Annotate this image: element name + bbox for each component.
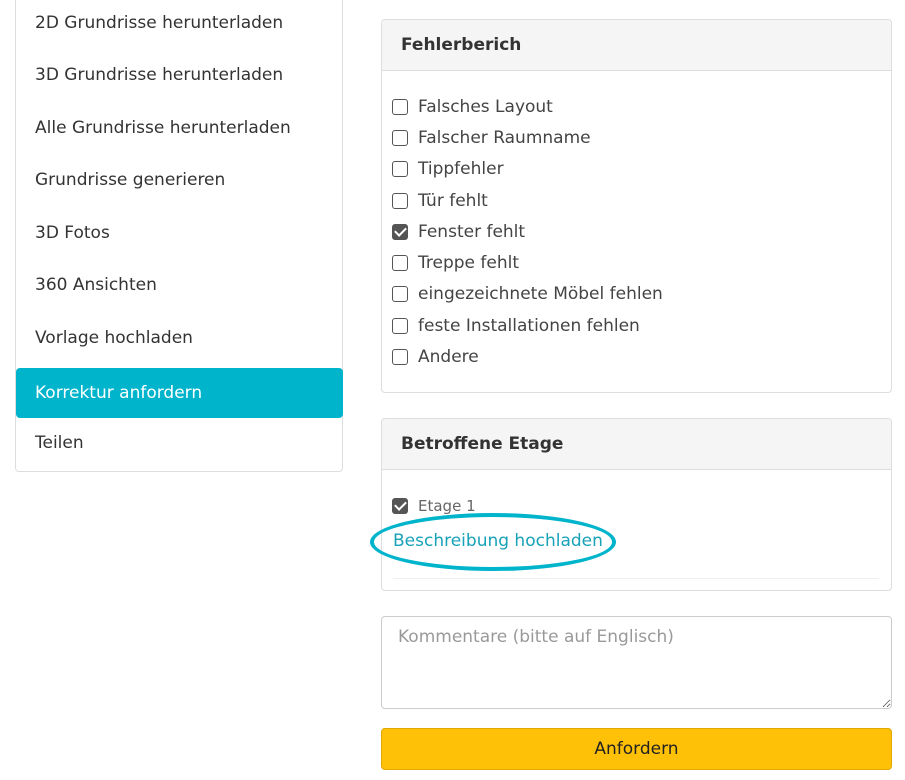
option-label: feste Installationen fehlen xyxy=(418,316,640,336)
option-door-missing[interactable]: Tür fehlt xyxy=(392,189,488,213)
checkbox[interactable] xyxy=(392,318,408,334)
error-report-panel: Fehlerberich Falsches Layout Falscher Ra… xyxy=(381,19,892,393)
sidebar-item-request-correction[interactable]: Korrektur anfordern xyxy=(16,368,343,418)
checkbox[interactable] xyxy=(392,161,408,177)
checkbox[interactable] xyxy=(392,255,408,271)
option-wrong-room-name[interactable]: Falscher Raumname xyxy=(392,126,591,150)
checkbox-checked[interactable] xyxy=(392,224,408,240)
upload-description-link[interactable]: Beschreibung hochladen xyxy=(393,531,603,551)
sidebar-item-upload-template[interactable]: Vorlage hochladen xyxy=(16,313,342,363)
floor-option-etage-1[interactable]: Etage 1 xyxy=(392,494,476,518)
option-other[interactable]: Andere xyxy=(392,345,479,369)
divider xyxy=(393,578,879,579)
option-wrong-layout[interactable]: Falsches Layout xyxy=(392,95,553,119)
option-label: eingezeichnete Möbel fehlen xyxy=(418,284,663,304)
sidebar-item-generate[interactable]: Grundrisse generieren xyxy=(16,155,342,205)
option-label: Fenster fehlt xyxy=(418,222,526,242)
option-label: Tippfehler xyxy=(418,159,504,179)
checkbox[interactable] xyxy=(392,286,408,302)
sidebar-item-share[interactable]: Teilen xyxy=(16,418,342,468)
option-label: Tür fehlt xyxy=(418,191,488,211)
checkbox[interactable] xyxy=(392,193,408,209)
checkbox[interactable] xyxy=(392,99,408,115)
affected-floor-title: Betroffene Etage xyxy=(382,419,891,470)
option-installations-missing[interactable]: feste Installationen fehlen xyxy=(392,314,640,338)
request-button[interactable]: Anfordern xyxy=(381,728,892,770)
sidebar-item-3d-photos[interactable]: 3D Fotos xyxy=(16,208,342,258)
sidebar-item-2d-download[interactable]: 2D Grundrisse herunterladen xyxy=(16,0,342,48)
option-furniture-missing[interactable]: eingezeichnete Möbel fehlen xyxy=(392,282,663,306)
checkbox-checked[interactable] xyxy=(392,498,408,514)
sidebar-item-360-views[interactable]: 360 Ansichten xyxy=(16,260,342,310)
sidebar: 2D Grundrisse herunterladen 3D Grundriss… xyxy=(15,0,343,472)
checkbox[interactable] xyxy=(392,349,408,365)
option-typo[interactable]: Tippfehler xyxy=(392,157,504,181)
option-label: Falsches Layout xyxy=(418,97,553,117)
checkbox[interactable] xyxy=(392,130,408,146)
sidebar-item-all-download[interactable]: Alle Grundrisse herunterladen xyxy=(16,103,342,153)
option-window-missing[interactable]: Fenster fehlt xyxy=(392,220,525,244)
option-label: Treppe fehlt xyxy=(418,253,520,273)
option-label: Andere xyxy=(418,347,479,367)
option-label: Falscher Raumname xyxy=(418,128,591,148)
sidebar-item-3d-download[interactable]: 3D Grundrisse herunterladen xyxy=(16,50,342,100)
option-stairs-missing[interactable]: Treppe fehlt xyxy=(392,251,519,275)
floor-label: Etage 1 xyxy=(418,497,476,515)
affected-floor-panel: Betroffene Etage Etage 1 Beschreibung ho… xyxy=(370,418,892,591)
comment-textarea[interactable] xyxy=(381,616,892,709)
error-report-title: Fehlerberich xyxy=(382,20,891,71)
